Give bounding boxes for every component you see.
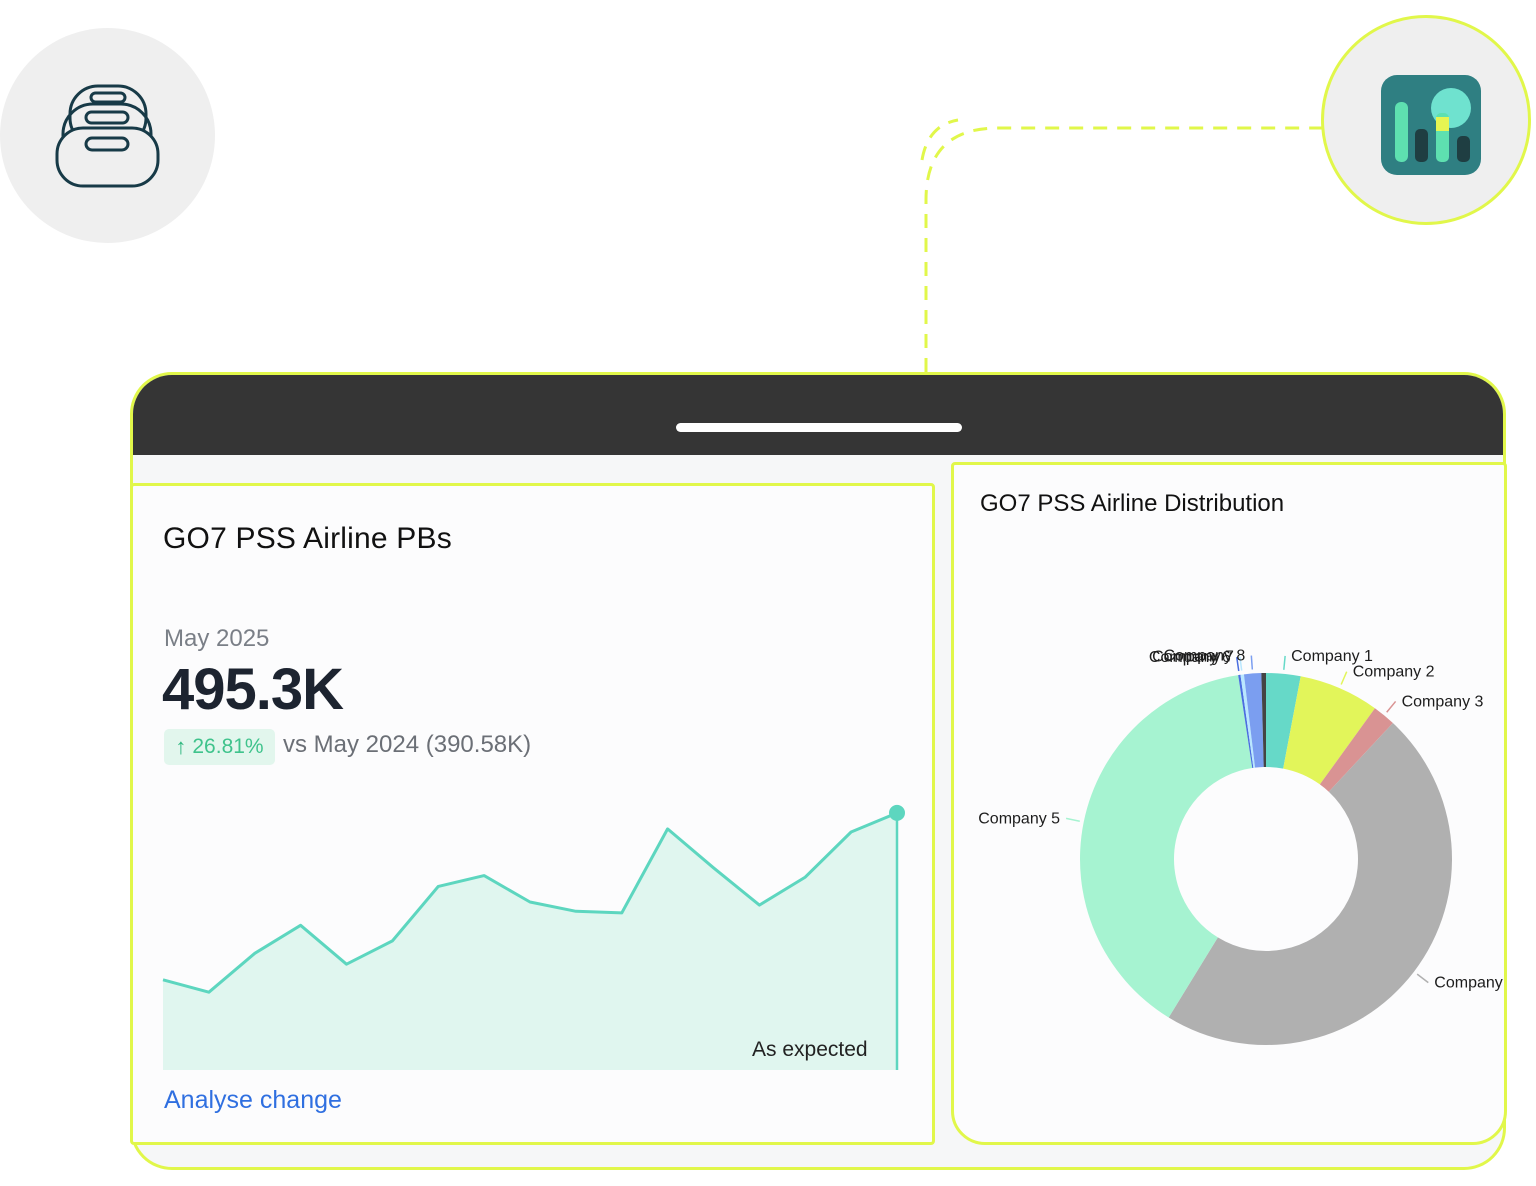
slice-label: Company 3 — [1402, 693, 1484, 710]
slice-leader-line — [1065, 817, 1080, 822]
trend-card-title: GO7 PSS Airline PBs — [163, 522, 452, 555]
status-label: As expected — [752, 1038, 868, 1061]
slice-leader-line — [1340, 671, 1348, 685]
latest-point — [889, 804, 905, 821]
distribution-card-title: GO7 PSS Airline Distribution — [980, 490, 1285, 517]
metric-value: 495.3K — [162, 657, 344, 722]
analyse-change-link[interactable]: Analyse change — [164, 1086, 342, 1115]
slice-label: Company 1 — [1291, 648, 1373, 665]
arrow-up-icon: ↑ — [175, 734, 187, 759]
database-badge — [0, 28, 215, 243]
delta-value: 26.81% — [192, 735, 264, 758]
slice-label: Company 5 — [978, 810, 1060, 827]
delta-badge: ↑ 26.81% — [164, 729, 275, 765]
analytics-chart-icon — [1381, 75, 1481, 175]
slice-leader-line — [1250, 655, 1254, 670]
slice-label: Company — [1434, 975, 1502, 992]
distribution-donut-chart: Company 1Company 2 Company 3 Company Compan… — [978, 648, 1503, 1045]
period-label: May 2025 — [164, 625, 270, 652]
slice-label: Company 2 — [1353, 664, 1435, 681]
trend-area-chart — [162, 804, 905, 1070]
slice-leader-line — [1386, 700, 1397, 713]
device-handle — [676, 423, 962, 432]
analytics-badge — [1321, 15, 1531, 225]
comparison-text: vs May 2024 (390.58K) — [283, 731, 532, 758]
slice-leader-line — [1416, 973, 1429, 984]
slice-label: Company 8 — [1164, 648, 1246, 665]
device-top-bar — [133, 375, 1503, 455]
slice-leader-line — [1283, 655, 1286, 670]
database-icon — [55, 84, 160, 188]
